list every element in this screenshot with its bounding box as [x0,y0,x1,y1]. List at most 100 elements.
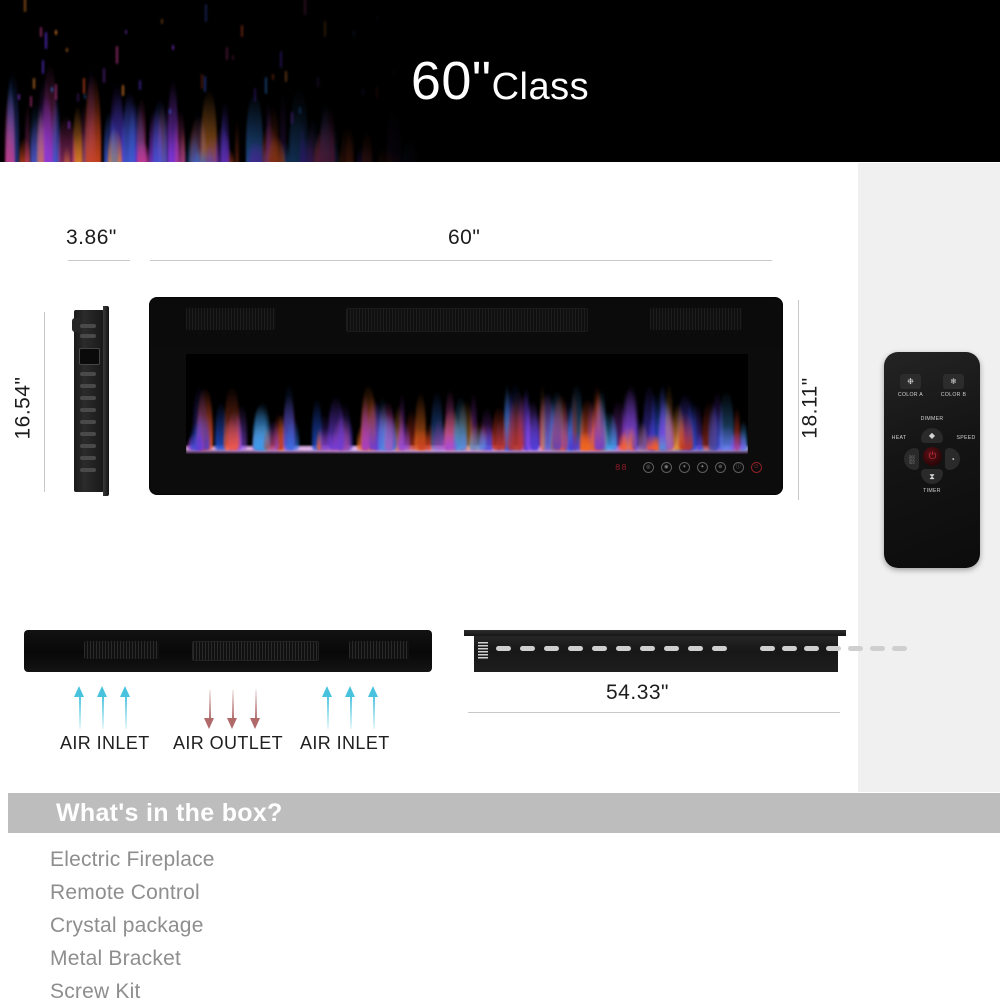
side-vent-slot [80,468,96,472]
fireplace-digital-display: 88 [615,462,628,473]
fireplace-control-panel[interactable]: 88 ◎ ◉ ✶ ✦ ⊚ ⓘ ⏻ [615,462,762,473]
side-vent-slot [80,324,96,328]
side-vent-slot [80,408,96,412]
remote-color-b-label: COLOR B [940,392,967,398]
flame-shape [361,394,369,450]
remote-color-b-button[interactable]: ❄ [943,374,964,389]
banner-title-class: Class [491,66,590,108]
fireplace-control-color-icon[interactable]: ✦ [696,462,708,473]
remote-dimmer-button[interactable]: ◆ [921,428,943,443]
fireplace-control-dimmer-icon[interactable]: ◉ [660,462,672,473]
side-vent-slot [80,420,96,424]
air-inlet-label-right: AIR INLET [300,733,390,753]
air-inlet-arrows-right [322,686,379,729]
whats-in-box-item: Screw Kit [50,980,141,1000]
arrow-up-icon [74,686,85,729]
whats-in-box-item: Metal Bracket [50,947,181,970]
side-vent-slot [80,456,96,460]
product-infographic: 60" Class 3.86" 60" 16.54" 18.11" 88 ◎ ◉… [0,0,1000,1000]
flame-shape [679,412,693,450]
remote-speed-button[interactable]: ◔ [945,448,960,470]
remote-dimmer-label: DIMMER [920,416,944,422]
fireplace-control-heat-icon[interactable]: ⊚ [714,462,726,473]
dimension-label-depth: 3.86" [66,226,117,249]
arrow-up-icon [322,686,333,729]
fireplace-control-power-icon[interactable]: ⏻ [750,462,762,473]
fireplace-vent-grille-left [186,308,276,330]
arrow-up-icon [368,686,379,729]
bracket-slot [664,646,679,651]
flame-shape [469,426,486,450]
bracket-slot [520,646,535,651]
remote-power-button[interactable]: ⏻ [923,447,942,466]
whats-in-box-item: Electric Fireplace [50,848,215,871]
fireplace-control-flame-icon[interactable]: ◎ [642,462,654,473]
bracket-slot [544,646,559,651]
bracket-slot [712,646,727,651]
remote-timer-label: TIMER [923,488,941,494]
dimension-line-front-height [798,300,799,500]
remote-control: ❉ COLOR A ❄ COLOR B DIMMER HEAT SPEED ◆ … [884,352,980,568]
bracket-slot [640,646,655,651]
side-vent-slot [80,384,96,388]
flame-shape [731,430,746,450]
remote-color-a-label: COLOR A [897,392,924,398]
bracket-slot [592,646,607,651]
fireplace-control-timer-icon[interactable]: ⓘ [732,462,744,473]
dimension-line-bracket-width [468,712,840,713]
remote-directional-pad: ◆ ░ ◔ ⧗ ⏻ [904,428,960,484]
side-vent-slot [80,372,96,376]
flame-shape [223,418,238,450]
dimension-line-width [150,260,772,261]
dimension-line-side-height [44,312,45,492]
fireplace-flame-display [186,354,748,454]
fireplace-vent-grille-right [650,308,742,330]
bracket-slot [892,646,907,651]
air-inlet-arrows-left [74,686,131,729]
bracket-slot [688,646,703,651]
flame-shape [618,431,627,450]
whats-in-box-heading: What's in the box? [56,798,283,827]
side-vent-slot [80,334,96,338]
fireplace-vent-grille-center [346,308,588,332]
side-view-front-edge [103,306,109,496]
air-outlet-arrows [204,690,261,729]
remote-color-a-button[interactable]: ❉ [900,374,921,389]
bracket-slot [870,646,885,651]
fireplace-control-speed-icon[interactable]: ✶ [678,462,690,473]
dimension-label-width: 60" [448,226,481,249]
whats-in-box-item: Remote Control [50,881,200,904]
header-banner: 60" Class [0,0,1000,162]
arrow-down-icon [204,690,215,729]
dimension-line-depth [68,260,130,261]
flame-shape [593,397,605,450]
dimension-label-front-height: 18.11" [798,377,822,439]
bracket-slot [496,646,511,651]
arrow-down-icon [227,690,238,729]
flame-shape [434,418,446,450]
banner-title-size: 60" [410,51,492,111]
banner-title: 60" Class [0,0,1000,162]
whats-in-box-list: Electric Fireplace Remote Control Crystal … [50,843,550,1000]
bracket-slot [760,646,775,651]
side-view-window [79,348,100,365]
bracket-slot [826,646,841,651]
remote-timer-button[interactable]: ⧗ [921,469,943,484]
fireplace-top-view [24,630,432,672]
side-vent-slot [80,396,96,400]
bracket-slot [848,646,863,651]
arrow-up-icon [97,686,108,729]
top-view-vent-left [84,641,159,659]
bracket-slot [782,646,797,651]
remote-heat-button[interactable]: ░ [904,448,919,470]
top-view-vent-center [192,641,319,661]
top-view-vent-right [349,641,409,659]
whats-in-box-bar: What's in the box? [8,793,1000,833]
fireplace-front-view: 88 ◎ ◉ ✶ ✦ ⊚ ⓘ ⏻ [150,298,782,494]
flame-shape [284,382,294,450]
side-vent-slot [80,432,96,436]
dimension-label-side-height: 16.54" [11,376,35,440]
arrow-up-icon [345,686,356,729]
air-inlet-label-left: AIR INLET [60,733,150,753]
fireplace-side-view [70,306,112,496]
